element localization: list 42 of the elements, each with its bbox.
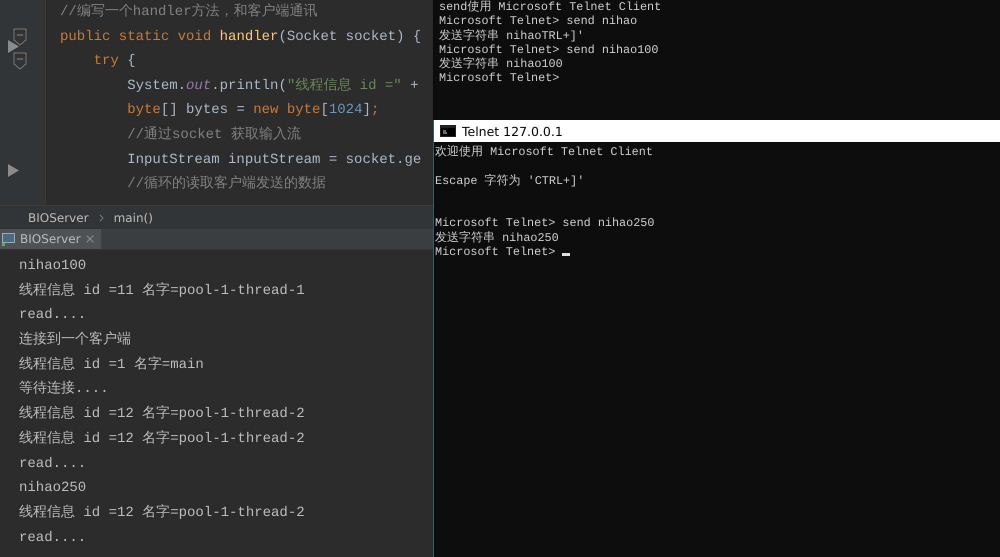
- console-line: read....: [19, 306, 86, 326]
- code-line: //编写一个handler方法，和客户端通讯: [60, 2, 318, 22]
- terminal-line: 欢迎使用 Microsoft Telnet Client: [435, 145, 653, 160]
- window-title: Telnet 127.0.0.1: [462, 124, 563, 138]
- console-line: 等待连接....: [19, 379, 109, 400]
- console-line: 连接到一个客户端: [19, 330, 131, 350]
- chevron-icon: [98, 214, 104, 222]
- console-line: read....: [19, 454, 86, 474]
- terminal-line: Microsoft Telnet> send nihao100: [439, 42, 658, 57]
- console-line: nihao250: [19, 479, 86, 498]
- console-line: 线程信息 id =11 名字=pool-1-thread-1: [19, 281, 305, 301]
- console-line: 线程信息 id =12 名字=pool-1-thread-2: [19, 503, 305, 523]
- code-line: //通过socket 获取输入流: [126, 125, 301, 145]
- console-line: 线程信息 id =12 名字=pool-1-thread-2: [19, 404, 305, 424]
- terminal-line: Microsoft Telnet> send nihao: [439, 14, 638, 28]
- code-line: System.out.println("线程信息 id =" +: [126, 76, 418, 96]
- console-line: 线程信息 id =1 名字=main: [19, 355, 204, 375]
- code-line: public static void handler(Socket socket) {: [60, 28, 422, 47]
- console-line: nihao100: [19, 257, 86, 276]
- code-line: InputStream inputStream = socket.ge: [126, 150, 422, 170]
- terminal-line: Microsoft Telnet>: [439, 71, 560, 86]
- terminal-line: Escape 字符为 'CTRL+]': [435, 174, 584, 188]
- code-line: try {: [92, 52, 136, 72]
- console-line: 线程信息 id =12 名字=pool-1-thread-2: [19, 429, 305, 449]
- terminal-line: 发送字符串 nihao250: [435, 230, 559, 246]
- console-line: read....: [19, 528, 86, 548]
- fold-icon[interactable]: [13, 28, 27, 46]
- terminal-line: Microsoft Telnet>: [435, 245, 570, 260]
- breadcrumb-item[interactable]: main(): [114, 210, 153, 224]
- terminal-line: 发送字符串 nihao100: [439, 57, 563, 72]
- code-line: byte[] bytes = new byte[1024];: [126, 101, 380, 120]
- terminal-line: send使用 Microsoft Telnet Client: [439, 0, 662, 14]
- terminal-line: Microsoft Telnet> send nihao250: [435, 216, 654, 230]
- run-icon[interactable]: [8, 40, 19, 53]
- run-icon[interactable]: [8, 164, 19, 177]
- run-tab[interactable]: BIOServer ×: [0, 229, 102, 249]
- fold-icon[interactable]: [13, 52, 27, 70]
- terminal-line: 发送字符串 nihaoTRL+]': [439, 28, 584, 43]
- breadcrumb-item[interactable]: BIOServer: [28, 210, 89, 224]
- console-icon: [440, 125, 456, 137]
- code-line: //循环的读取客户端发送的数据: [126, 174, 326, 194]
- console-icon: [2, 232, 16, 246]
